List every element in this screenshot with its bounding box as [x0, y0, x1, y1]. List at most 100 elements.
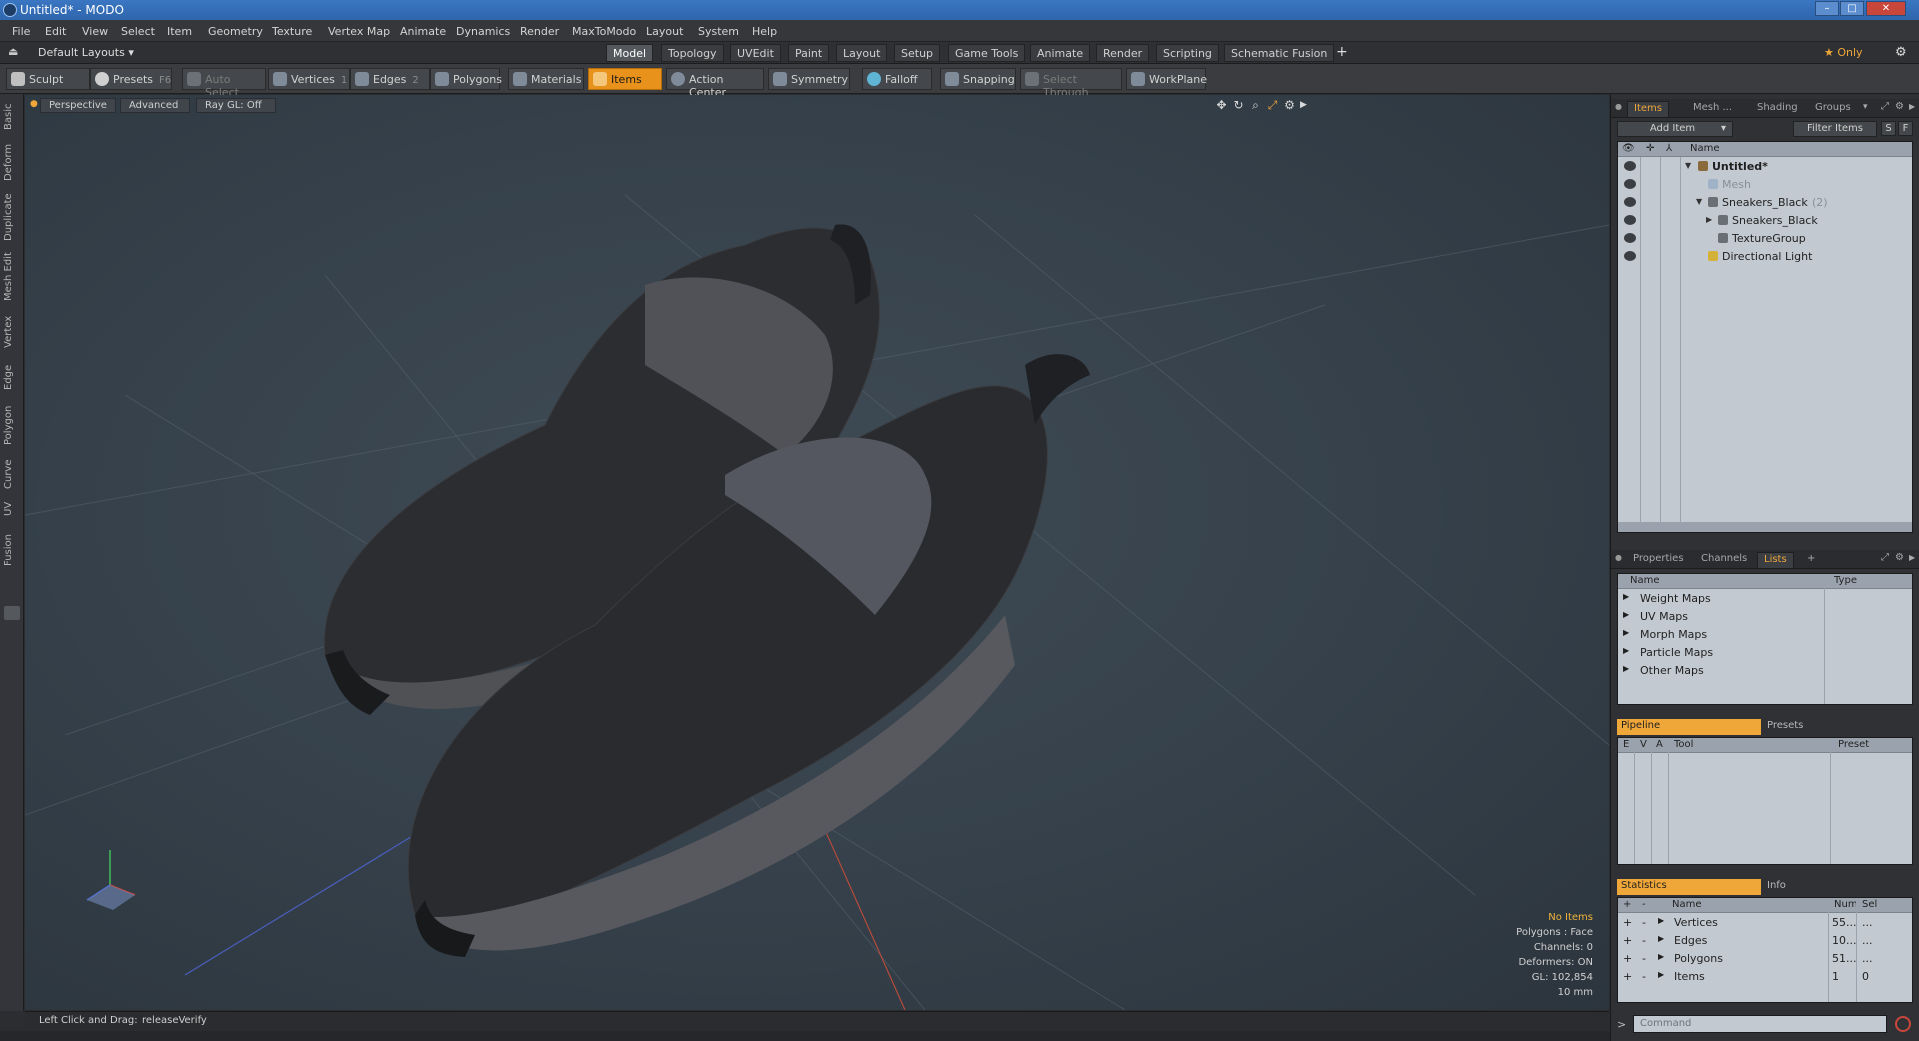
table-row[interactable]: + - ▶ Vertices 55... ...: [1618, 914, 1912, 932]
tab-scripting[interactable]: Scripting: [1156, 44, 1219, 62]
polygons-button[interactable]: Polygons: [430, 68, 502, 90]
vtab-duplicate[interactable]: Duplicate: [3, 192, 21, 242]
maximize-button[interactable]: □: [1840, 1, 1864, 16]
tab-layout[interactable]: Layout: [836, 44, 888, 62]
menu-animate[interactable]: Animate: [400, 25, 446, 38]
table-row[interactable]: + - ▶ Polygons 51... ...: [1618, 950, 1912, 968]
rotate-icon[interactable]: ↻: [1232, 99, 1245, 112]
fit-icon[interactable]: ⤢: [1266, 99, 1279, 112]
table-row[interactable]: + - ▶ Edges 10... ...: [1618, 932, 1912, 950]
vertices-button[interactable]: Vertices 1: [268, 68, 350, 90]
panel-expand-icon[interactable]: ⤢: [1881, 101, 1889, 112]
s-button[interactable]: S: [1881, 121, 1896, 136]
list-item[interactable]: ▶ UV Maps: [1618, 608, 1912, 626]
tree-row-directional-light[interactable]: Directional Light: [1618, 248, 1912, 266]
vtab-edge[interactable]: Edge: [3, 360, 21, 394]
menu-file[interactable]: File: [12, 25, 30, 38]
tab-mesh[interactable]: Mesh ...: [1687, 101, 1738, 117]
tab-presets[interactable]: Presets: [1763, 719, 1913, 735]
add-panel-tab[interactable]: +: [1801, 552, 1821, 568]
workplane-button[interactable]: WorkPlane: [1126, 68, 1207, 90]
list-item[interactable]: ▶ Other Maps: [1618, 662, 1912, 680]
tree-row-texturegroup[interactable]: TextureGroup: [1618, 230, 1912, 248]
menu-dynamics[interactable]: Dynamics: [456, 25, 510, 38]
sculpt-button[interactable]: Sculpt: [6, 68, 90, 90]
tab-model[interactable]: Model: [606, 44, 654, 62]
tree-horizontal-scrollbar[interactable]: [1618, 522, 1912, 532]
vtab-curve[interactable]: Curve: [3, 456, 21, 492]
panel-menu-icon[interactable]: ●: [1615, 102, 1622, 111]
tab-uvedit[interactable]: UVEdit: [730, 44, 781, 62]
menu-item[interactable]: Item: [167, 25, 192, 38]
menu-vertex-map[interactable]: Vertex Map: [328, 25, 390, 38]
viewport-menu-icon[interactable]: ●: [30, 99, 38, 109]
panel-gear-icon[interactable]: ⚙: [1895, 101, 1904, 112]
layouts-dropdown[interactable]: Default Layouts ▾: [38, 46, 134, 59]
tab-game-tools[interactable]: Game Tools: [948, 44, 1026, 62]
visibility-eye-icon[interactable]: [1624, 179, 1636, 189]
panel-arrow-icon[interactable]: ▶: [1909, 102, 1915, 111]
tab-setup[interactable]: Setup: [894, 44, 941, 62]
vtab-fusion[interactable]: Fusion: [3, 530, 21, 570]
raygl-toggle[interactable]: Ray GL: Off: [196, 98, 276, 113]
expand-arrow-icon[interactable]: ▶: [1706, 215, 1712, 224]
tab-info[interactable]: Info: [1763, 879, 1913, 895]
edges-button[interactable]: Edges 2: [350, 68, 430, 90]
visibility-eye-icon[interactable]: [1624, 197, 1636, 207]
select-through-button[interactable]: Select Through: [1020, 68, 1122, 99]
tab-paint[interactable]: Paint: [788, 44, 830, 62]
vtab-vertex[interactable]: Vertex: [3, 312, 21, 352]
tab-properties[interactable]: Properties: [1627, 552, 1690, 568]
symmetry-button[interactable]: Symmetry: [768, 68, 850, 90]
list-item[interactable]: ▶ Weight Maps: [1618, 590, 1912, 608]
statistics-table[interactable]: + - Name Num Sel + - ▶ Vertices 55... ... …: [1617, 897, 1913, 1003]
tab-statistics[interactable]: Statistics: [1617, 879, 1761, 895]
visibility-eye-icon[interactable]: [1624, 161, 1636, 171]
panel-gear-icon[interactable]: ⚙: [1895, 552, 1904, 563]
menu-maxtomodo[interactable]: MaxToModo: [572, 25, 636, 38]
vertex-map-lists[interactable]: Name Type ▶ Weight Maps ▶ UV Maps ▶ Morph M…: [1617, 573, 1913, 705]
tab-items[interactable]: Items: [1627, 101, 1669, 117]
menu-geometry[interactable]: Geometry: [208, 25, 263, 38]
zoom-icon[interactable]: ⌕: [1249, 99, 1262, 112]
perspective-dropdown[interactable]: Perspective: [40, 98, 116, 113]
items-button[interactable]: Items: [588, 68, 662, 90]
tree-row-mesh[interactable]: Mesh: [1618, 176, 1912, 194]
tab-groups[interactable]: Groups: [1809, 101, 1857, 117]
table-row[interactable]: + - ▶ Items 1 0: [1618, 968, 1912, 986]
tab-shading[interactable]: Shading: [1751, 101, 1804, 117]
only-toggle[interactable]: ★ Only: [1818, 44, 1869, 62]
falloff-button[interactable]: Falloff: [862, 68, 932, 90]
vtab-basic[interactable]: Basic: [3, 102, 21, 132]
tab-channels[interactable]: Channels: [1695, 552, 1753, 568]
pipeline-list[interactable]: E V A Tool Preset: [1617, 737, 1913, 865]
menu-system[interactable]: System: [698, 25, 739, 38]
add-tab-button[interactable]: +: [1336, 44, 1348, 60]
tab-lists[interactable]: Lists: [1757, 552, 1794, 568]
auto-select-button[interactable]: Auto Select: [182, 68, 266, 99]
tree-row-scene[interactable]: ▼ Untitled*: [1618, 158, 1912, 176]
materials-button[interactable]: Materials: [508, 68, 584, 90]
tab-pipeline[interactable]: Pipeline: [1617, 719, 1761, 735]
panel-expand-icon[interactable]: ⤢: [1881, 552, 1889, 563]
menu-texture[interactable]: Texture: [272, 25, 312, 38]
tab-schematic-fusion[interactable]: Schematic Fusion: [1224, 44, 1335, 62]
pan-icon[interactable]: ✥: [1215, 99, 1228, 112]
menu-render[interactable]: Render: [520, 25, 559, 38]
command-input[interactable]: Command: [1633, 1015, 1887, 1033]
visibility-eye-icon[interactable]: [1624, 251, 1636, 261]
vtab-deform[interactable]: Deform: [3, 142, 21, 182]
tree-row-sneakers-mesh[interactable]: ▶ Sneakers_Black: [1618, 212, 1912, 230]
panel-toggle-button[interactable]: [4, 606, 20, 620]
viewport-gear-icon[interactable]: ⚙: [1283, 99, 1296, 112]
layout-pin-icon[interactable]: ⏏: [8, 45, 18, 58]
tab-topology[interactable]: Topology: [661, 44, 724, 62]
collapse-arrow-icon[interactable]: ▼: [1685, 161, 1691, 170]
action-center-button[interactable]: Action Center: [666, 68, 764, 99]
item-list-tree[interactable]: 👁 ✛ ⅄ Name ▼ Untitled* Mesh ▼ Sneakers_B…: [1617, 141, 1913, 533]
tree-row-sneakers-group[interactable]: ▼ Sneakers_Black (2): [1618, 194, 1912, 212]
menu-help[interactable]: Help: [752, 25, 777, 38]
menu-view[interactable]: View: [82, 25, 108, 38]
list-item[interactable]: ▶ Particle Maps: [1618, 644, 1912, 662]
visibility-eye-icon[interactable]: [1624, 215, 1636, 225]
